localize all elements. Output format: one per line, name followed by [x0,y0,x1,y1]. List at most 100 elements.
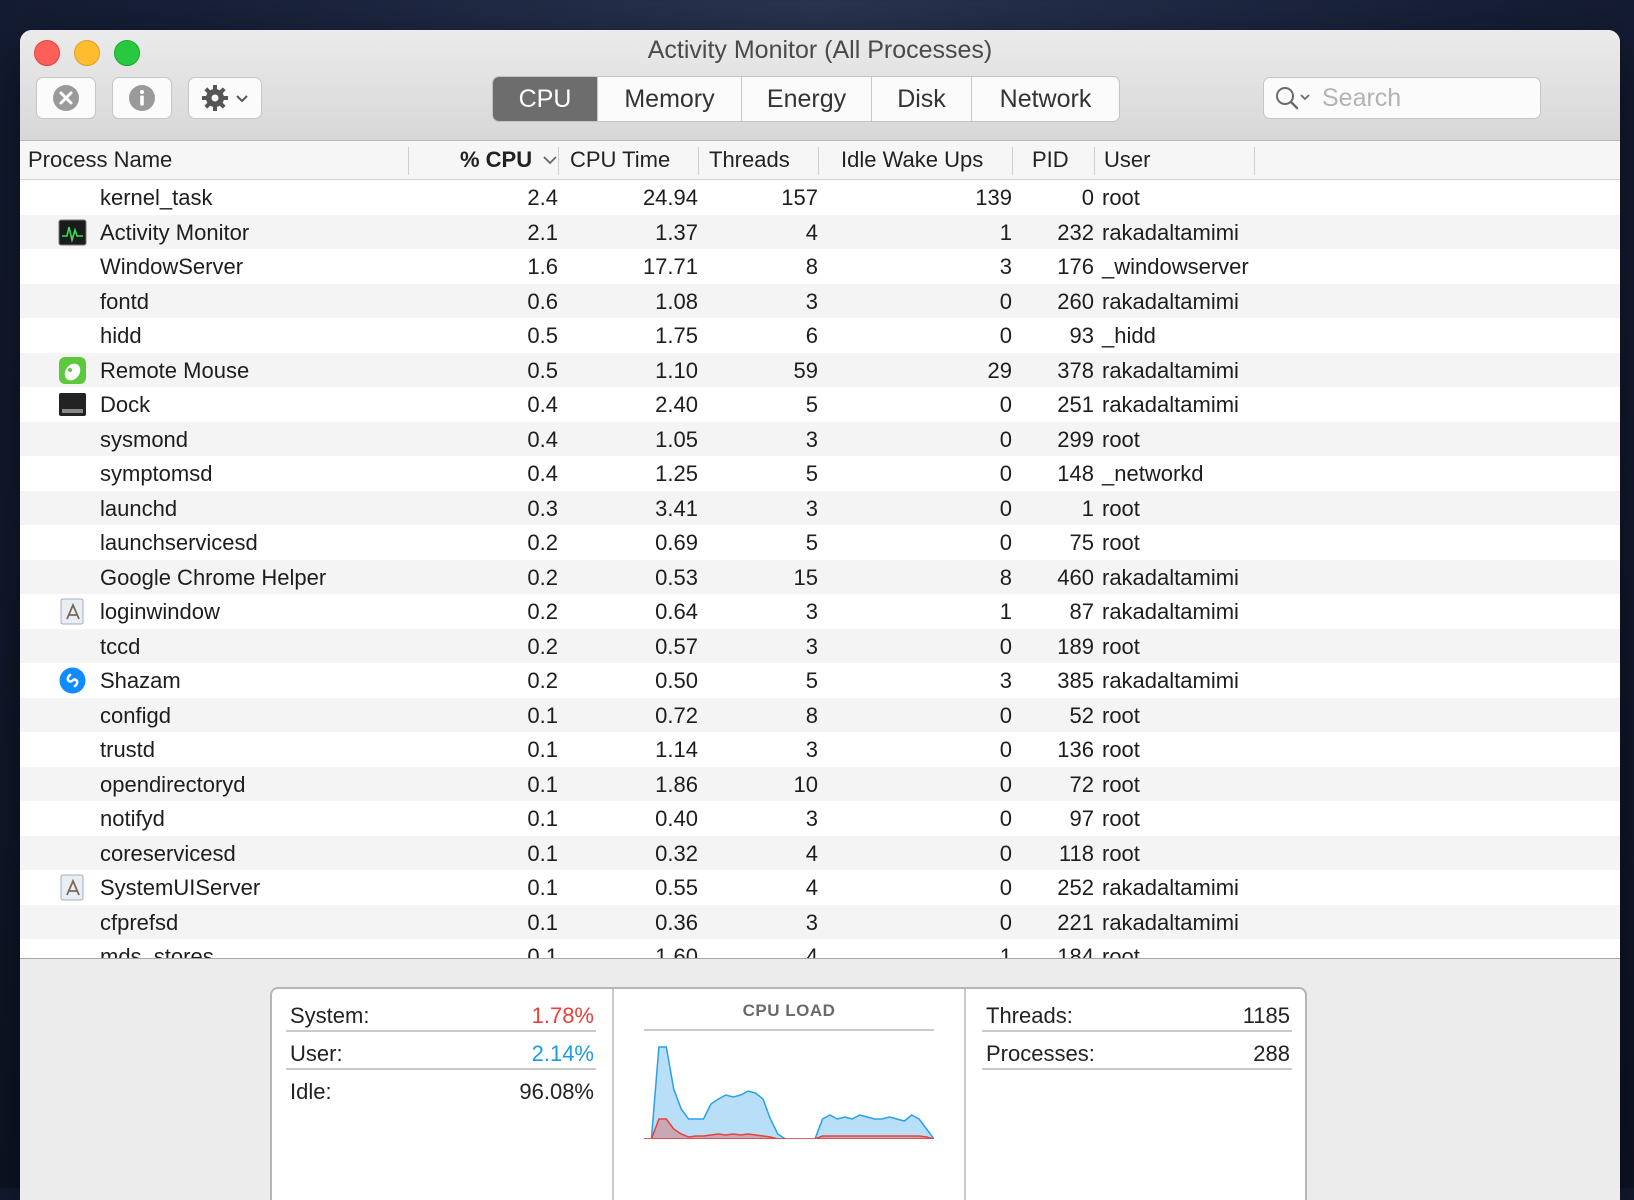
process-user: _hidd [1102,323,1156,348]
cpu-load-title: CPU LOAD [742,1001,836,1020]
process-name: Activity Monitor [100,219,250,245]
process-pid: 184 [1057,944,1094,960]
column-header-cpu-time[interactable]: CPU Time [570,141,670,179]
process-cpu: 0.1 [527,840,558,866]
process-name: tccd [100,633,141,659]
table-row[interactable]: launchd 0.3 3.41 3 0 1 root [20,490,1620,525]
table-row[interactable]: SystemUIServer 0.1 0.55 4 0 252 rakadaltamimi [20,870,1620,905]
process-cpu: 0.6 [527,288,558,314]
tab-disk[interactable]: Disk [871,77,971,121]
table-row[interactable]: launchservicesd 0.2 0.69 5 0 75 root [20,525,1620,560]
divider [982,1030,1292,1032]
table-row[interactable]: configd 0.1 0.72 8 0 52 root [20,697,1620,732]
inspect-process-button[interactable] [112,77,172,119]
view-tabs: CPU Memory Energy Disk Network [492,76,1120,122]
process-name: WindowServer [100,254,244,279]
process-idle: 0 [999,840,1012,866]
process-name: Shazam [100,668,181,693]
process-idle: 0 [999,461,1012,486]
tab-memory[interactable]: Memory [597,77,741,121]
table-row[interactable]: Activity Monitor 2.1 1.37 4 1 232 rakadaltamim… [20,214,1620,249]
table-row[interactable]: kernel_task 2.4 24.94 157 139 0 root [20,180,1620,215]
column-header-user[interactable]: User [1104,141,1150,179]
process-idle: 139 [975,185,1012,210]
table-row[interactable]: sysmond 0.4 1.05 3 0 299 root [20,421,1620,456]
column-header-idle-wake-ups[interactable]: Idle Wake Ups [841,141,983,179]
info-icon [129,85,155,111]
process-user: root [1102,771,1140,797]
process-user: rakadaltamimi [1102,875,1239,900]
divider [644,1029,934,1031]
tab-network[interactable]: Network [971,77,1119,121]
process-name: opendirectoryd [100,771,246,797]
process-user: root [1102,806,1140,831]
column-divider [1254,147,1255,175]
process-user: root [1102,530,1140,555]
table-row[interactable]: hidd 0.5 1.75 6 0 93 _hidd [20,318,1620,353]
table-row[interactable]: trustd 0.1 1.14 3 0 136 root [20,732,1620,767]
process-user: root [1102,185,1140,210]
table-row[interactable]: symptomsd 0.4 1.25 5 0 148 _networkd [20,456,1620,491]
process-cpu: 0.4 [527,426,558,452]
process-idle: 0 [999,530,1012,555]
process-pid: 385 [1057,668,1094,693]
process-cpu: 0.3 [527,495,558,521]
process-name: kernel_task [100,185,213,210]
column-header-threads[interactable]: Threads [709,141,790,179]
table-row[interactable]: opendirectoryd 0.1 1.86 10 0 72 root [20,766,1620,801]
table-row[interactable]: Remote Mouse 0.5 1.10 59 29 378 rakadaltamimi [20,352,1620,387]
process-idle: 0 [999,702,1012,728]
gear-icon [202,85,228,111]
process-cpu: 1.6 [527,254,558,279]
table-row[interactable]: mds_stores 0.1 1.60 4 1 184 root [20,939,1620,960]
sort-descending-icon [543,156,557,165]
process-user: rakadaltamimi [1102,564,1239,590]
action-menu-button[interactable] [188,77,262,119]
x-circle-icon [53,85,79,111]
process-pid: 72 [1069,771,1094,797]
table-row[interactable]: loginwindow 0.2 0.64 3 1 87 rakadaltamimi [20,594,1620,629]
table-row[interactable]: tccd 0.2 0.57 3 0 189 root [20,628,1620,663]
process-user: root [1102,944,1140,960]
process-name: loginwindow [100,599,220,624]
process-time: 0.32 [655,840,698,866]
table-row[interactable]: Shazam 0.2 0.50 5 3 385 rakadaltamimi [20,663,1620,698]
process-idle: 0 [999,323,1012,348]
quit-process-button[interactable] [36,77,96,119]
process-cpu: 0.1 [527,702,558,728]
column-header-pid[interactable]: PID [1032,141,1069,179]
process-user: rakadaltamimi [1102,288,1239,314]
process-user: rakadaltamimi [1102,219,1239,245]
tab-energy[interactable]: Energy [741,77,871,121]
process-user: rakadaltamimi [1102,909,1239,935]
process-user: root [1102,633,1140,659]
search-field[interactable] [1263,77,1541,119]
process-threads: 3 [805,909,818,935]
column-header-process-name[interactable]: Process Name [28,141,172,179]
process-threads: 4 [805,840,818,866]
process-idle: 0 [999,633,1012,659]
column-divider [558,147,559,175]
process-idle: 1 [999,599,1012,624]
table-row[interactable]: Dock 0.4 2.40 5 0 251 rakadaltamimi [20,387,1620,422]
table-row[interactable]: cfprefsd 0.1 0.36 3 0 221 rakadaltamimi [20,904,1620,939]
table-row[interactable]: WindowServer 1.6 17.71 8 3 176 _windowserver [20,249,1620,284]
table-row[interactable]: fontd 0.6 1.08 3 0 260 rakadaltamimi [20,283,1620,318]
table-row[interactable]: Google Chrome Helper 0.2 0.53 15 8 460 rakadal… [20,559,1620,594]
process-idle: 0 [999,288,1012,314]
cpu-user-series [644,1046,934,1139]
process-name: launchservicesd [100,530,258,555]
divider [286,1068,596,1070]
process-idle: 3 [999,254,1012,279]
idle-value: 96.08% [519,1079,594,1104]
column-header-cpu[interactable]: % CPU [460,141,558,179]
search-input[interactable] [1320,82,1524,114]
process-cpu: 0.1 [527,737,558,762]
process-time: 2.40 [655,392,698,417]
tab-cpu[interactable]: CPU [493,77,597,121]
column-divider [1012,147,1013,175]
table-row[interactable]: notifyd 0.1 0.40 3 0 97 root [20,801,1620,836]
activity-monitor-icon [58,218,87,247]
process-time: 1.05 [655,426,698,452]
table-row[interactable]: coreservicesd 0.1 0.32 4 0 118 root [20,835,1620,870]
